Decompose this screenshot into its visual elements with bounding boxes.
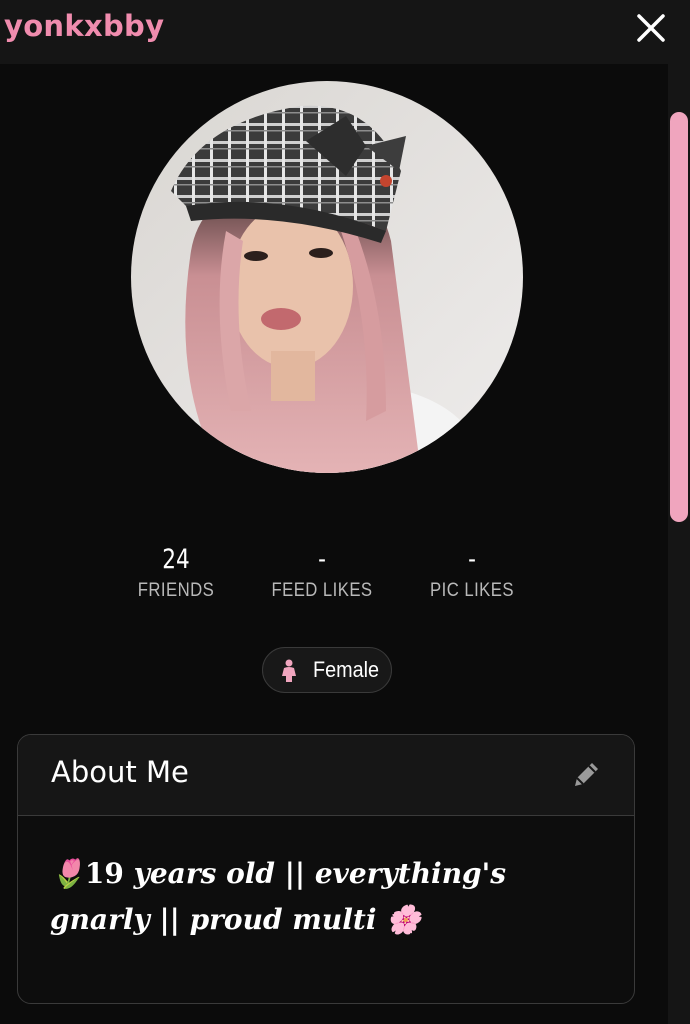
avatar bbox=[131, 81, 523, 473]
about-me-card: About Me 🌷19 years old || everything's g… bbox=[17, 734, 635, 1004]
gender-label: Female bbox=[313, 657, 380, 682]
pic-likes-count: - bbox=[468, 544, 476, 575]
female-icon bbox=[282, 659, 296, 682]
avatar-image bbox=[131, 81, 523, 473]
pencil-icon bbox=[575, 763, 598, 786]
top-bar: yonkxbby bbox=[0, 0, 690, 64]
edit-about-button[interactable] bbox=[568, 757, 604, 793]
close-button[interactable] bbox=[634, 11, 668, 45]
friends-count: 24 bbox=[162, 544, 190, 575]
pic-likes-label: PIC LIKES bbox=[430, 580, 514, 601]
gender-badge: Female bbox=[262, 647, 392, 693]
app-title: yonkxbby bbox=[4, 9, 165, 43]
about-me-header: About Me bbox=[18, 735, 634, 816]
blossom-emoji: 🌸 bbox=[386, 903, 422, 936]
feed-likes-count: - bbox=[318, 544, 326, 575]
close-icon bbox=[637, 14, 665, 42]
age-number: 19 bbox=[84, 857, 124, 890]
friends-label: FRIENDS bbox=[137, 580, 215, 601]
stat-friends[interactable]: 24 FRIENDS bbox=[96, 540, 256, 602]
feed-likes-label: FEED LIKES bbox=[271, 580, 373, 601]
scrollbar-thumb[interactable] bbox=[670, 112, 688, 522]
tulip-emoji: 🌷 bbox=[50, 857, 85, 890]
stat-pic-likes[interactable]: - PIC LIKES bbox=[392, 540, 552, 602]
about-me-text: 🌷19 years old || everything's gnarly || … bbox=[50, 851, 610, 943]
stat-feed-likes[interactable]: - FEED LIKES bbox=[242, 540, 402, 602]
about-me-title: About Me bbox=[51, 755, 189, 789]
